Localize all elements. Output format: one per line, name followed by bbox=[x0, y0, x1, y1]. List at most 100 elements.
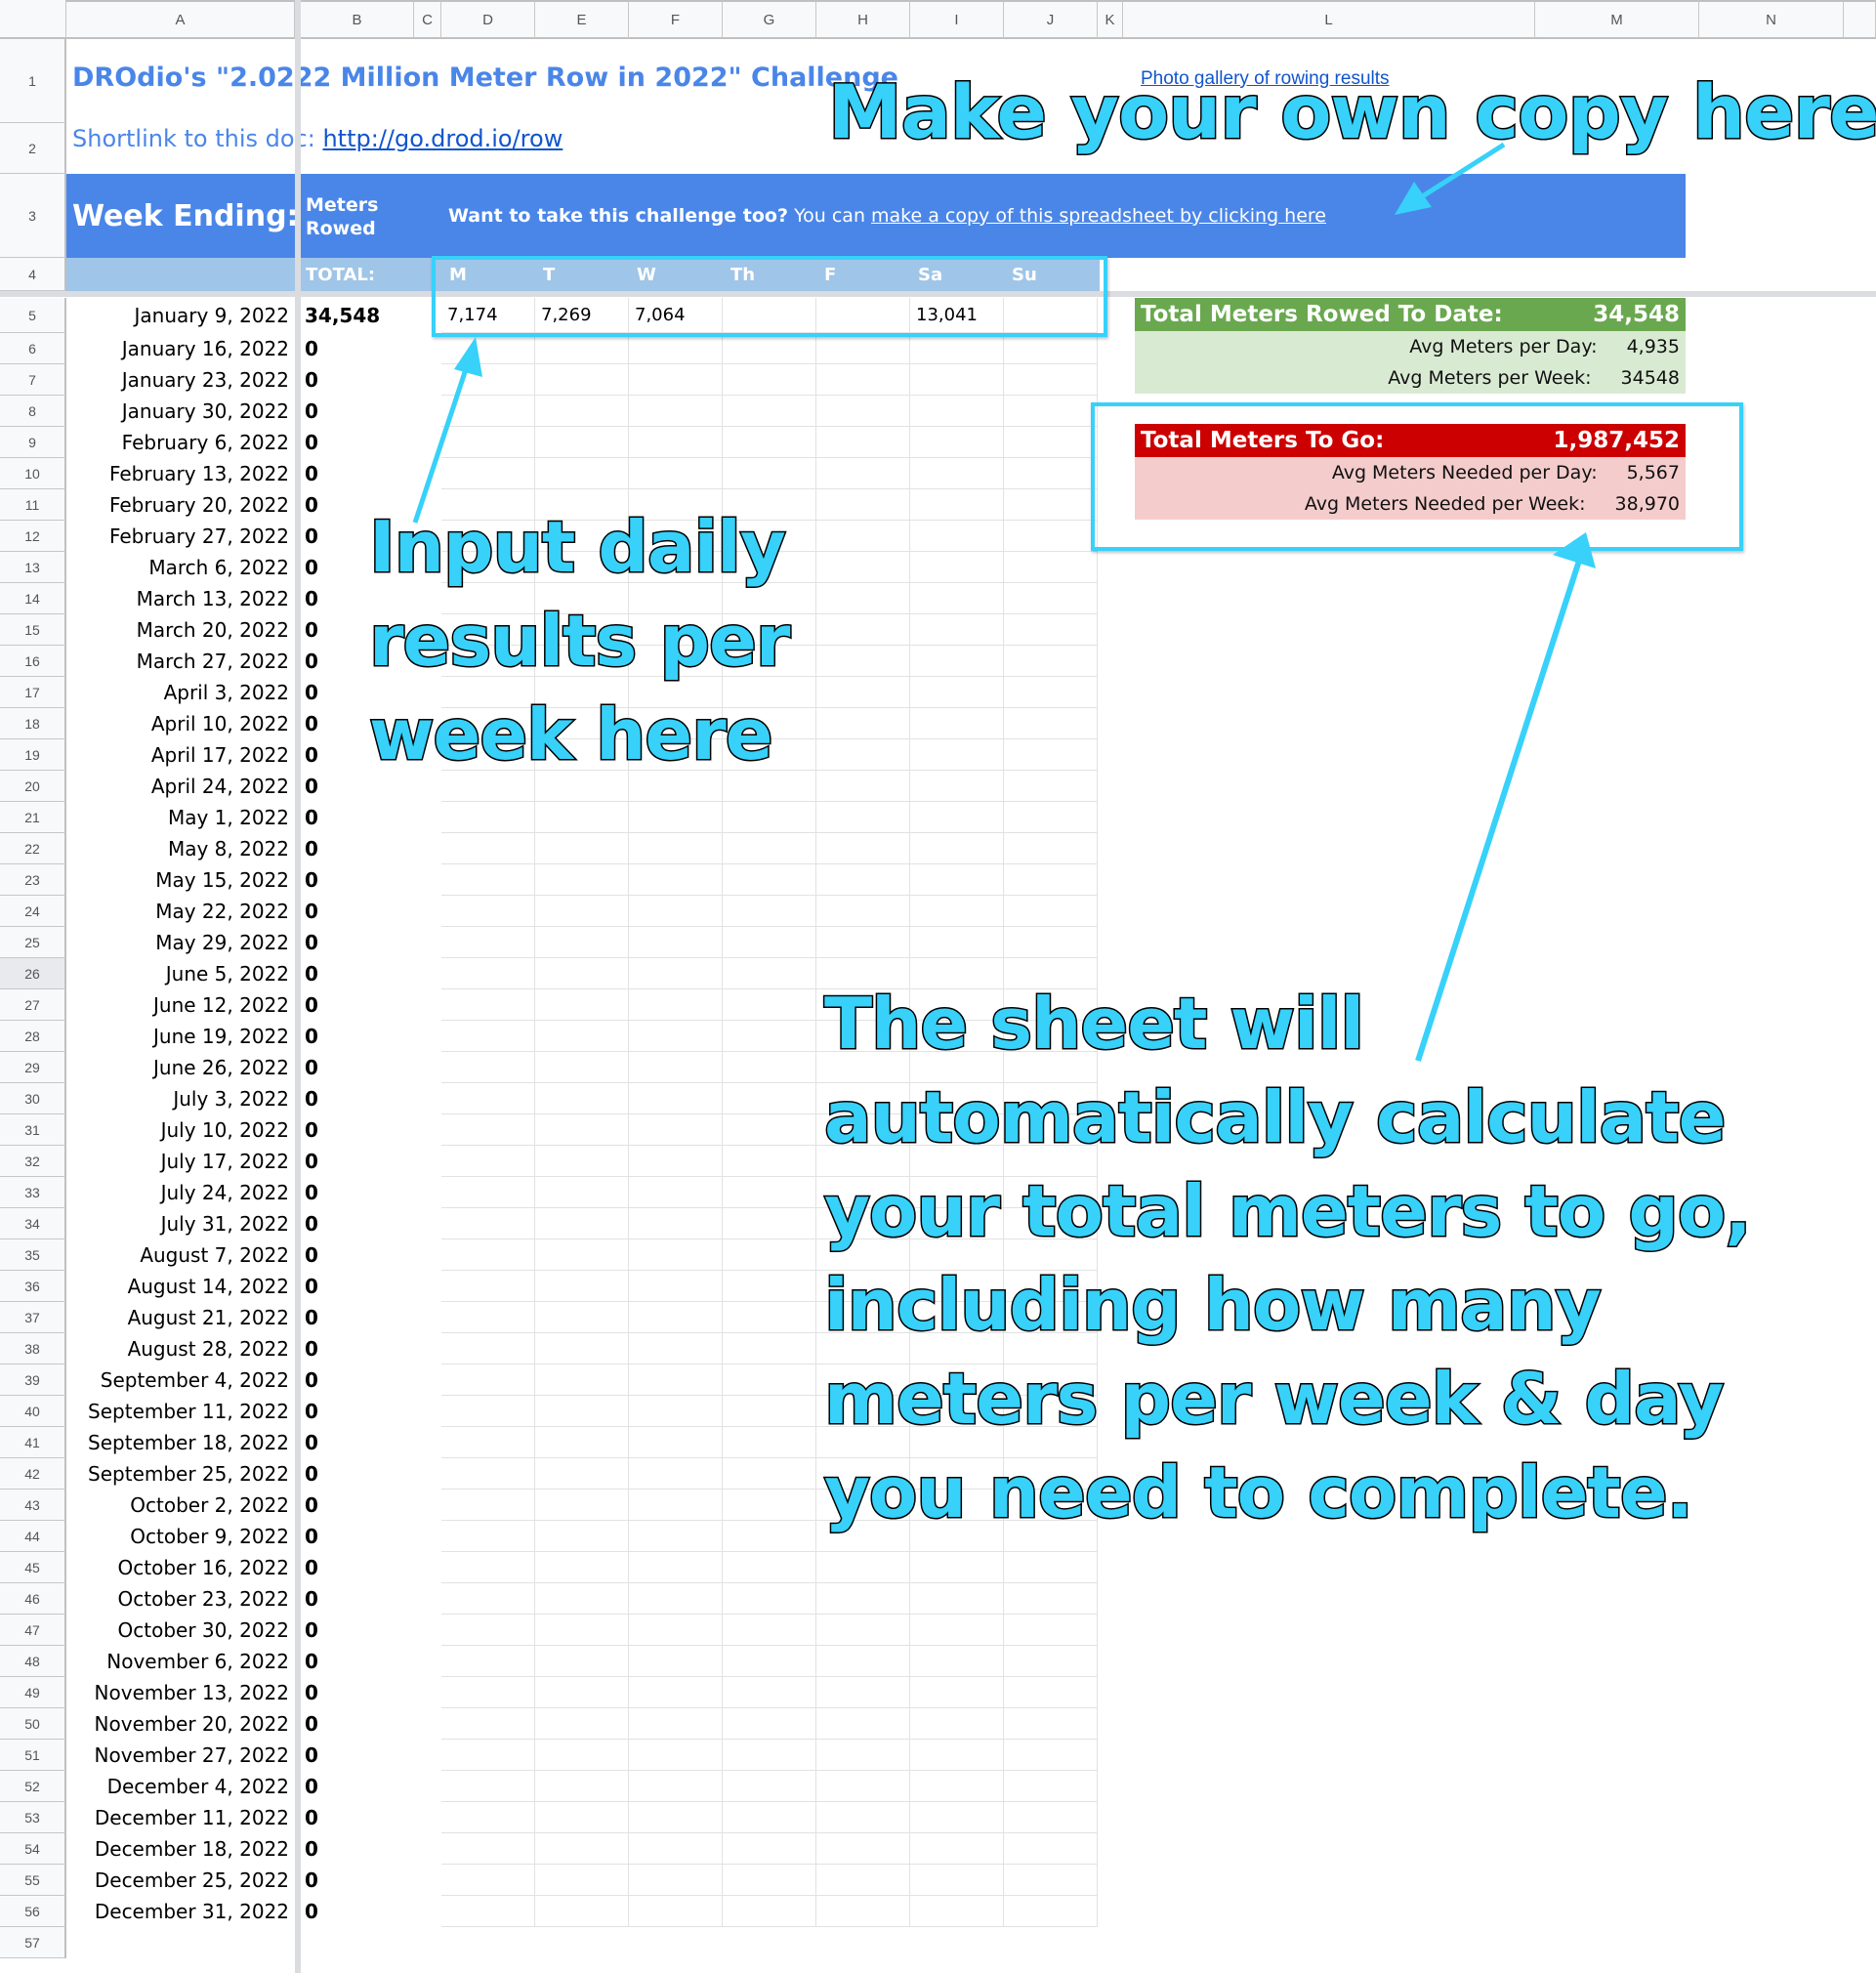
day-input-cell[interactable] bbox=[629, 1521, 723, 1552]
day-input-cell[interactable] bbox=[910, 802, 1004, 833]
day-input-cell[interactable] bbox=[816, 458, 910, 489]
day-input-cell[interactable] bbox=[441, 1521, 535, 1552]
day-input-cell[interactable] bbox=[723, 1552, 816, 1583]
day-input-cell[interactable] bbox=[910, 677, 1004, 708]
row-header-28[interactable]: 28 bbox=[0, 1021, 66, 1052]
row-header-39[interactable]: 39 bbox=[0, 1364, 66, 1396]
week-ending-date[interactable]: December 25, 2022 bbox=[66, 1868, 293, 1892]
day-input-cell[interactable] bbox=[1004, 1833, 1098, 1865]
day-input-cell[interactable] bbox=[910, 521, 1004, 552]
day-input-cell[interactable] bbox=[629, 1083, 723, 1114]
day-input-cell[interactable] bbox=[910, 396, 1004, 427]
week-ending-date[interactable]: July 24, 2022 bbox=[66, 1181, 293, 1204]
row-header-12[interactable]: 12 bbox=[0, 521, 66, 552]
week-ending-date[interactable]: October 23, 2022 bbox=[66, 1587, 293, 1611]
day-input-cell[interactable] bbox=[910, 364, 1004, 396]
day-input-cell[interactable] bbox=[441, 1865, 535, 1896]
week-ending-date[interactable]: November 6, 2022 bbox=[66, 1650, 293, 1673]
day-input-cell[interactable] bbox=[816, 489, 910, 521]
day-input-cell[interactable] bbox=[441, 1114, 535, 1146]
day-input-cell[interactable] bbox=[629, 1646, 723, 1677]
week-ending-date[interactable]: March 13, 2022 bbox=[66, 587, 293, 610]
week-ending-date[interactable]: June 26, 2022 bbox=[66, 1056, 293, 1079]
day-input-cell[interactable] bbox=[441, 1396, 535, 1427]
day-input-cell[interactable] bbox=[535, 1146, 629, 1177]
week-ending-date[interactable]: December 11, 2022 bbox=[66, 1806, 293, 1829]
day-input-cell[interactable] bbox=[441, 1646, 535, 1677]
day-input-cell[interactable] bbox=[723, 1021, 816, 1052]
day-input-cell[interactable] bbox=[816, 1833, 910, 1865]
day-input-cell[interactable] bbox=[629, 1396, 723, 1427]
row-header-15[interactable]: 15 bbox=[0, 614, 66, 646]
shortlink-url[interactable]: http://go.drod.io/row bbox=[322, 125, 563, 152]
day-input-cell[interactable] bbox=[723, 1146, 816, 1177]
day-input-cell[interactable] bbox=[816, 1677, 910, 1708]
day-input-cell[interactable] bbox=[816, 1708, 910, 1740]
day-input-cell[interactable] bbox=[535, 1552, 629, 1583]
column-header-h[interactable]: H bbox=[816, 0, 910, 39]
week-ending-date[interactable]: September 4, 2022 bbox=[66, 1368, 293, 1392]
row-header-1[interactable]: 1 bbox=[0, 39, 66, 123]
day-input-cell[interactable] bbox=[723, 1333, 816, 1364]
day-input-cell[interactable] bbox=[1004, 396, 1098, 427]
row-header-5[interactable]: 5 bbox=[0, 298, 66, 333]
week-ending-date[interactable]: July 10, 2022 bbox=[66, 1118, 293, 1142]
day-input-cell[interactable] bbox=[910, 458, 1004, 489]
day-input-cell[interactable] bbox=[816, 427, 910, 458]
row-header-42[interactable]: 42 bbox=[0, 1458, 66, 1490]
day-input-cell[interactable] bbox=[1004, 458, 1098, 489]
row-header-57[interactable]: 57 bbox=[0, 1927, 66, 1958]
day-input-cell[interactable] bbox=[723, 989, 816, 1021]
row-header-54[interactable]: 54 bbox=[0, 1833, 66, 1865]
day-input-cell[interactable] bbox=[910, 1771, 1004, 1802]
day-input-cell[interactable] bbox=[816, 1896, 910, 1927]
day-input-cell[interactable] bbox=[441, 1052, 535, 1083]
day-input-cell[interactable] bbox=[816, 552, 910, 583]
row-header-14[interactable]: 14 bbox=[0, 583, 66, 614]
day-input-cell[interactable] bbox=[629, 1802, 723, 1833]
day-input-cell[interactable] bbox=[723, 1677, 816, 1708]
day-input-cell[interactable] bbox=[723, 1896, 816, 1927]
week-ending-date[interactable]: March 20, 2022 bbox=[66, 618, 293, 642]
day-input-cell[interactable] bbox=[816, 896, 910, 927]
day-input-cell[interactable] bbox=[535, 1708, 629, 1740]
day-input-cell[interactable] bbox=[910, 614, 1004, 646]
week-ending-date[interactable]: October 16, 2022 bbox=[66, 1556, 293, 1579]
day-input-cell[interactable] bbox=[441, 1239, 535, 1271]
day-input-cell[interactable] bbox=[535, 927, 629, 958]
week-ending-date[interactable]: November 13, 2022 bbox=[66, 1681, 293, 1704]
day-input-cell[interactable] bbox=[910, 1865, 1004, 1896]
day-input-cell[interactable] bbox=[535, 364, 629, 396]
week-ending-date[interactable]: August 14, 2022 bbox=[66, 1275, 293, 1298]
column-header-m[interactable]: M bbox=[1535, 0, 1699, 39]
day-input-cell[interactable] bbox=[441, 1896, 535, 1927]
row-header-26[interactable]: 26 bbox=[0, 958, 66, 989]
column-header-g[interactable]: G bbox=[723, 0, 816, 39]
day-input-cell[interactable] bbox=[441, 1427, 535, 1458]
day-input-cell[interactable] bbox=[535, 1302, 629, 1333]
day-input-cell[interactable] bbox=[535, 802, 629, 833]
row-header-13[interactable]: 13 bbox=[0, 552, 66, 583]
day-input-cell[interactable] bbox=[629, 1583, 723, 1615]
day-input-cell[interactable] bbox=[816, 1583, 910, 1615]
day-input-cell[interactable] bbox=[816, 646, 910, 677]
row-header-19[interactable]: 19 bbox=[0, 739, 66, 771]
day-input-cell[interactable] bbox=[535, 1615, 629, 1646]
day-input-cell[interactable] bbox=[910, 864, 1004, 896]
week-ending-date[interactable]: August 21, 2022 bbox=[66, 1306, 293, 1329]
day-input-cell[interactable] bbox=[910, 1552, 1004, 1583]
row-header-8[interactable]: 8 bbox=[0, 396, 66, 427]
day-input-cell[interactable] bbox=[441, 1177, 535, 1208]
week-ending-date[interactable]: May 8, 2022 bbox=[66, 837, 293, 861]
row-header-29[interactable]: 29 bbox=[0, 1052, 66, 1083]
day-input-cell[interactable] bbox=[629, 1740, 723, 1771]
day-input-cell[interactable] bbox=[723, 1646, 816, 1677]
row-header-36[interactable]: 36 bbox=[0, 1271, 66, 1302]
make-copy-link[interactable]: make a copy of this spreadsheet by click… bbox=[871, 205, 1326, 227]
week-ending-date[interactable]: February 13, 2022 bbox=[66, 462, 293, 485]
row-header-46[interactable]: 46 bbox=[0, 1583, 66, 1615]
row-header-51[interactable]: 51 bbox=[0, 1740, 66, 1771]
week-ending-date[interactable]: July 17, 2022 bbox=[66, 1150, 293, 1173]
row-header-48[interactable]: 48 bbox=[0, 1646, 66, 1677]
day-input-cell[interactable] bbox=[535, 989, 629, 1021]
